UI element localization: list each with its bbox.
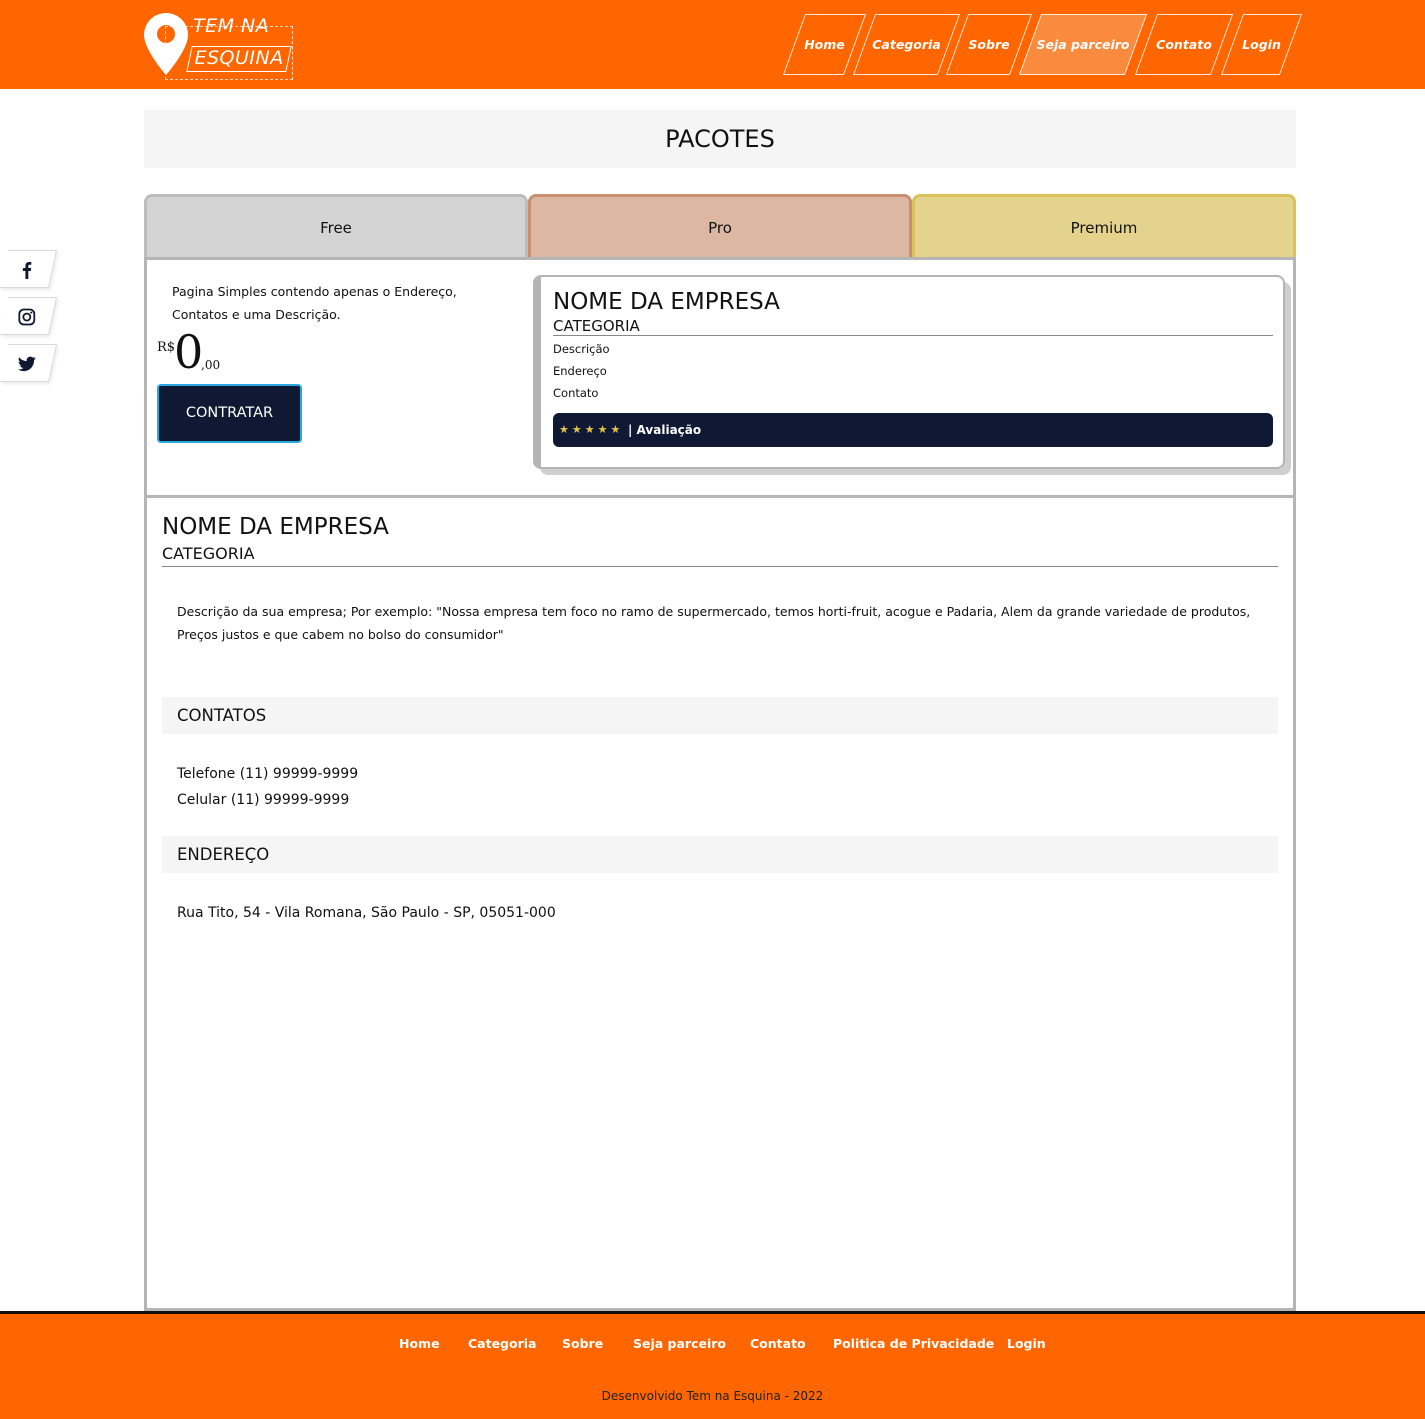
page-title-bar: PACOTES	[144, 110, 1296, 168]
preview-card-address: Endereço	[553, 364, 607, 378]
company-divider	[162, 566, 1278, 567]
star-icon: ★★★★★	[559, 423, 624, 436]
contacts-heading: CONTATOS	[177, 706, 267, 725]
price-decimal: ,00	[201, 358, 221, 372]
footer: Home Categoria Sobre Seja parceiro Conta…	[0, 1311, 1425, 1419]
contact-phone: Telefone (11) 99999-9999	[177, 766, 359, 782]
preview-card: NOME DA EMPRESA CATEGORIA Descrição Ende…	[533, 275, 1285, 469]
social-facebook[interactable]	[0, 250, 58, 288]
footer-link-categoria[interactable]: Categoria	[468, 1336, 536, 1351]
nav-contato-label: Contato	[1156, 37, 1212, 52]
tab-pro[interactable]: Pro	[528, 194, 912, 257]
logo-text-bottom: ESQUINA	[194, 47, 284, 69]
preview-card-description: Descrição	[553, 342, 610, 356]
preview-card-rating-bar: ★★★★★ | Avaliação	[553, 413, 1273, 447]
tab-premium[interactable]: Premium	[912, 194, 1296, 257]
footer-link-sobre[interactable]: Sobre	[562, 1336, 603, 1351]
logo[interactable]: TEM NA ESQUINA	[143, 12, 298, 82]
page-title: PACOTES	[665, 125, 775, 153]
company-address: Rua Tito, 54 - Vila Romana, São Paulo - …	[177, 905, 556, 921]
address-section-header: ENDEREÇO	[162, 836, 1278, 873]
tab-free[interactable]: Free	[144, 194, 528, 257]
preview-card-title: NOME DA EMPRESA	[553, 289, 780, 315]
footer-link-login[interactable]: Login	[1007, 1336, 1046, 1351]
footer-link-contato[interactable]: Contato	[750, 1336, 806, 1351]
company-name: NOME DA EMPRESA	[162, 514, 389, 540]
price-currency: R$	[157, 340, 176, 355]
contact-mobile: Celular (11) 99999-9999	[177, 792, 350, 808]
nav-categoria[interactable]: Categoria	[852, 14, 961, 75]
nav-sobre-label: Sobre	[968, 37, 1010, 52]
footer-copyright: Desenvolvido Tem na Esquina - 2022	[601, 1389, 824, 1403]
logo-text-top: TEM NA	[193, 15, 270, 37]
facebook-icon	[22, 262, 32, 279]
company-description: Descrição da sua empresa; Por exemplo: "…	[177, 604, 1251, 642]
footer-link-home[interactable]: Home	[399, 1336, 440, 1351]
header: TEM NA ESQUINA Home Categoria Sobre Seja…	[0, 0, 1425, 89]
preview-card-divider	[553, 335, 1273, 336]
nav-home[interactable]: Home	[782, 14, 867, 75]
footer-link-seja-parceiro[interactable]: Seja parceiro	[633, 1336, 726, 1351]
social-instagram[interactable]	[0, 297, 58, 335]
nav-sobre[interactable]: Sobre	[945, 14, 1033, 75]
nav-home-label: Home	[804, 37, 845, 52]
nav-login[interactable]: Login	[1220, 14, 1303, 75]
contratar-button[interactable]: CONTRATAR	[157, 384, 302, 443]
price-integer: 0	[174, 325, 204, 379]
preview-card-contact: Contato	[553, 386, 599, 400]
social-twitter[interactable]	[0, 344, 58, 382]
logo-text-bottom-frame: ESQUINA	[186, 46, 292, 72]
address-heading: ENDEREÇO	[177, 845, 270, 864]
nav-seja-parceiro[interactable]: Seja parceiro	[1018, 14, 1148, 75]
package-description: Pagina Simples contendo apenas o Endereç…	[172, 284, 457, 322]
contacts-section-header: CONTATOS	[162, 697, 1278, 734]
nav-login-label: Login	[1242, 37, 1281, 52]
panel-divider	[147, 495, 1293, 498]
nav-seja-parceiro-label: Seja parceiro	[1036, 37, 1130, 52]
rating-label: | Avaliação	[628, 423, 702, 437]
nav-categoria-label: Categoria	[872, 37, 941, 52]
preview-card-category: CATEGORIA	[553, 317, 640, 335]
twitter-icon	[17, 356, 36, 372]
package-panel: Pagina Simples contendo apenas o Endereç…	[144, 257, 1296, 1311]
footer-link-privacidade[interactable]: Politica de Privacidade	[833, 1336, 994, 1351]
company-category: CATEGORIA	[162, 544, 255, 563]
instagram-icon	[18, 308, 36, 326]
nav-contato[interactable]: Contato	[1134, 14, 1234, 75]
